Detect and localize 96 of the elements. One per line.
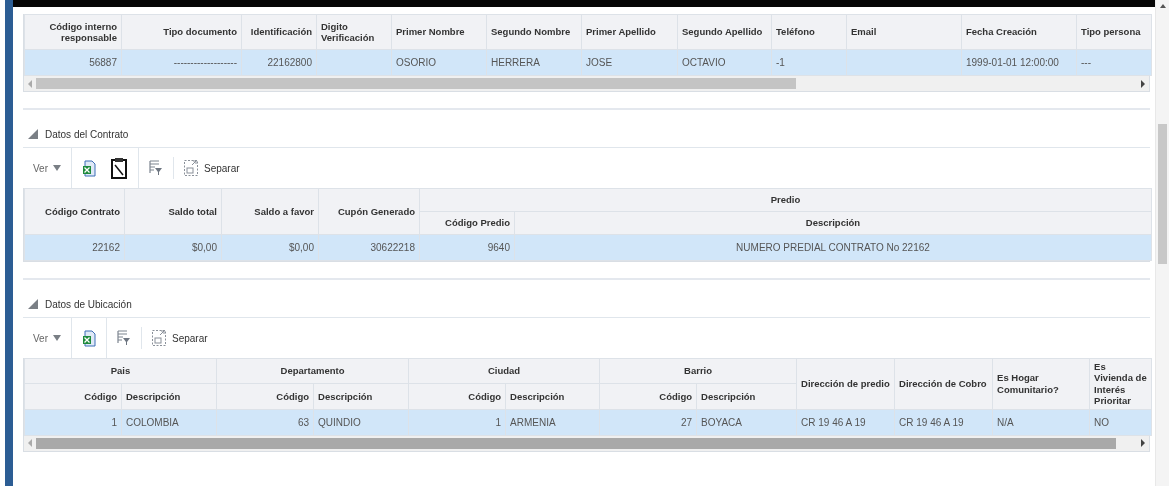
scrollbar-thumb[interactable] xyxy=(1158,124,1167,264)
column-header[interactable]: Es Vivienda de Interés Prioritar xyxy=(1089,358,1152,410)
column-header[interactable]: Descripción xyxy=(514,211,1152,235)
column-header[interactable]: Fecha Creación xyxy=(961,14,1077,50)
caret-icon xyxy=(53,165,61,171)
spreadsheet-icon xyxy=(82,159,96,177)
scrollbar-thumb[interactable] xyxy=(36,78,796,89)
detach-icon xyxy=(184,160,198,176)
collapse-triangle-icon[interactable] xyxy=(28,299,38,309)
column-header[interactable]: Descripción xyxy=(121,383,217,410)
horizontal-scrollbar[interactable] xyxy=(24,76,1149,91)
caret-icon xyxy=(53,335,61,341)
view-menu-button[interactable]: Ver xyxy=(33,332,61,344)
filter-icon xyxy=(117,330,131,346)
section-title: Datos del Contrato xyxy=(45,128,129,140)
scroll-right-icon[interactable] xyxy=(1141,439,1145,448)
column-header[interactable]: Segundo Apellido xyxy=(677,14,772,50)
column-group-header: Predio xyxy=(419,188,1152,212)
table-cell: NUMERO PREDIAL CONTRATO No 22162 xyxy=(514,234,1152,261)
detach-button[interactable]: Separar xyxy=(184,160,240,176)
filter-button[interactable] xyxy=(149,160,163,176)
detach-icon xyxy=(152,330,166,346)
column-header[interactable]: Cupón Generado xyxy=(318,188,420,235)
spreadsheet-icon xyxy=(82,329,96,347)
filter-icon xyxy=(149,160,163,176)
column-header[interactable]: Código Contrato xyxy=(24,188,125,235)
table-cell: 22162800 xyxy=(241,49,317,76)
column-header[interactable]: Saldo a favor xyxy=(221,188,319,235)
column-header[interactable]: Descripción xyxy=(505,383,600,410)
table-cell: BOYACA xyxy=(696,409,797,436)
column-header[interactable]: Segundo Nombre xyxy=(486,14,582,50)
table-cell: HERRERA xyxy=(486,49,582,76)
table-row[interactable]: 1 COLOMBIA 63 QUINDIO 1 ARMENIA 27 BOYACA CR 19 46 A 19 CR 19 46 A 19 N/A NO xyxy=(24,409,1152,436)
table-cell: 9640 xyxy=(419,234,515,261)
column-header[interactable]: Email xyxy=(846,14,962,50)
table-row[interactable]: 56887 ------------------- 22162800 OSORIO HERRERA JOSE OCTAVIO -1 1999-01-01 12:00:00 --- xyxy=(24,49,1152,76)
export-spreadsheet-button[interactable] xyxy=(82,329,96,347)
detach-button[interactable]: Separar xyxy=(152,330,208,346)
column-group-header: Pais xyxy=(24,358,217,384)
scroll-right-icon[interactable] xyxy=(1141,79,1145,88)
column-header[interactable]: Digito Verificación xyxy=(316,14,392,50)
column-header[interactable]: Descripción xyxy=(313,383,409,410)
scroll-up-icon[interactable] xyxy=(1159,4,1166,8)
column-header[interactable]: Teléfono xyxy=(771,14,847,50)
table-cell: -1 xyxy=(771,49,847,76)
table-cell: ARMENIA xyxy=(505,409,600,436)
collapse-triangle-icon[interactable] xyxy=(28,129,38,139)
table-cell: ------------------- xyxy=(121,49,242,76)
table-cell: OCTAVIO xyxy=(677,49,772,76)
table-cell: CR 19 46 A 19 xyxy=(796,409,895,436)
clipboard-button[interactable] xyxy=(110,157,128,179)
column-header[interactable]: Código xyxy=(24,383,122,410)
table-cell: 30622218 xyxy=(318,234,420,261)
table-cell: --- xyxy=(1076,49,1152,76)
table-cell: 56887 xyxy=(24,49,122,76)
column-header[interactable]: Código xyxy=(408,383,506,410)
table-cell: JOSE xyxy=(581,49,678,76)
scrollbar-thumb[interactable] xyxy=(36,437,1116,449)
scroll-left-icon[interactable] xyxy=(28,439,32,448)
vertical-scrollbar[interactable] xyxy=(1155,0,1169,486)
section-title: Datos de Ubicación xyxy=(45,298,132,310)
column-header[interactable]: Dirección de predio xyxy=(796,358,895,410)
table-cell: COLOMBIA xyxy=(121,409,217,436)
table-cell: QUINDIO xyxy=(313,409,409,436)
column-header[interactable]: Dirección de Cobro xyxy=(894,358,993,410)
export-spreadsheet-button[interactable] xyxy=(82,159,96,177)
column-group-header: Departamento xyxy=(216,358,409,384)
table-cell: 1999-01-01 12:00:00 xyxy=(961,49,1077,76)
column-header[interactable]: Identificación xyxy=(241,14,317,50)
table-cell: 63 xyxy=(216,409,314,436)
column-group-header: Ciudad xyxy=(408,358,600,384)
table-cell: 1 xyxy=(24,409,122,436)
column-header[interactable]: Saldo total xyxy=(124,188,222,235)
table-cell: $0,00 xyxy=(124,234,222,261)
table-cell: N/A xyxy=(992,409,1090,436)
filter-button[interactable] xyxy=(117,330,131,346)
column-header[interactable]: Primer Apellido xyxy=(581,14,678,50)
table-cell: $0,00 xyxy=(221,234,319,261)
table-cell: 27 xyxy=(599,409,697,436)
column-header[interactable]: Primer Nombre xyxy=(391,14,487,50)
table-cell: OSORIO xyxy=(391,49,487,76)
table-cell: CR 19 46 A 19 xyxy=(894,409,993,436)
column-header[interactable]: Tipo persona xyxy=(1076,14,1152,50)
view-menu-button[interactable]: Ver xyxy=(33,162,61,174)
clipboard-icon xyxy=(110,157,128,179)
column-header[interactable]: Es Hogar Comunitario? xyxy=(992,358,1090,410)
column-group-header: Barrio xyxy=(599,358,797,384)
column-header[interactable]: Tipo documento xyxy=(121,14,242,50)
table-cell: 1 xyxy=(408,409,506,436)
column-header[interactable]: Código xyxy=(216,383,314,410)
column-header[interactable]: Código xyxy=(599,383,697,410)
column-header[interactable]: Descripción xyxy=(696,383,797,410)
column-header[interactable]: Código interno responsable xyxy=(24,14,122,50)
table-row[interactable]: 22162 $0,00 $0,00 30622218 9640 NUMERO PREDIAL CONTRATO No 22162 xyxy=(24,234,1152,261)
table-cell: 22162 xyxy=(24,234,125,261)
scroll-left-icon[interactable] xyxy=(28,79,32,88)
